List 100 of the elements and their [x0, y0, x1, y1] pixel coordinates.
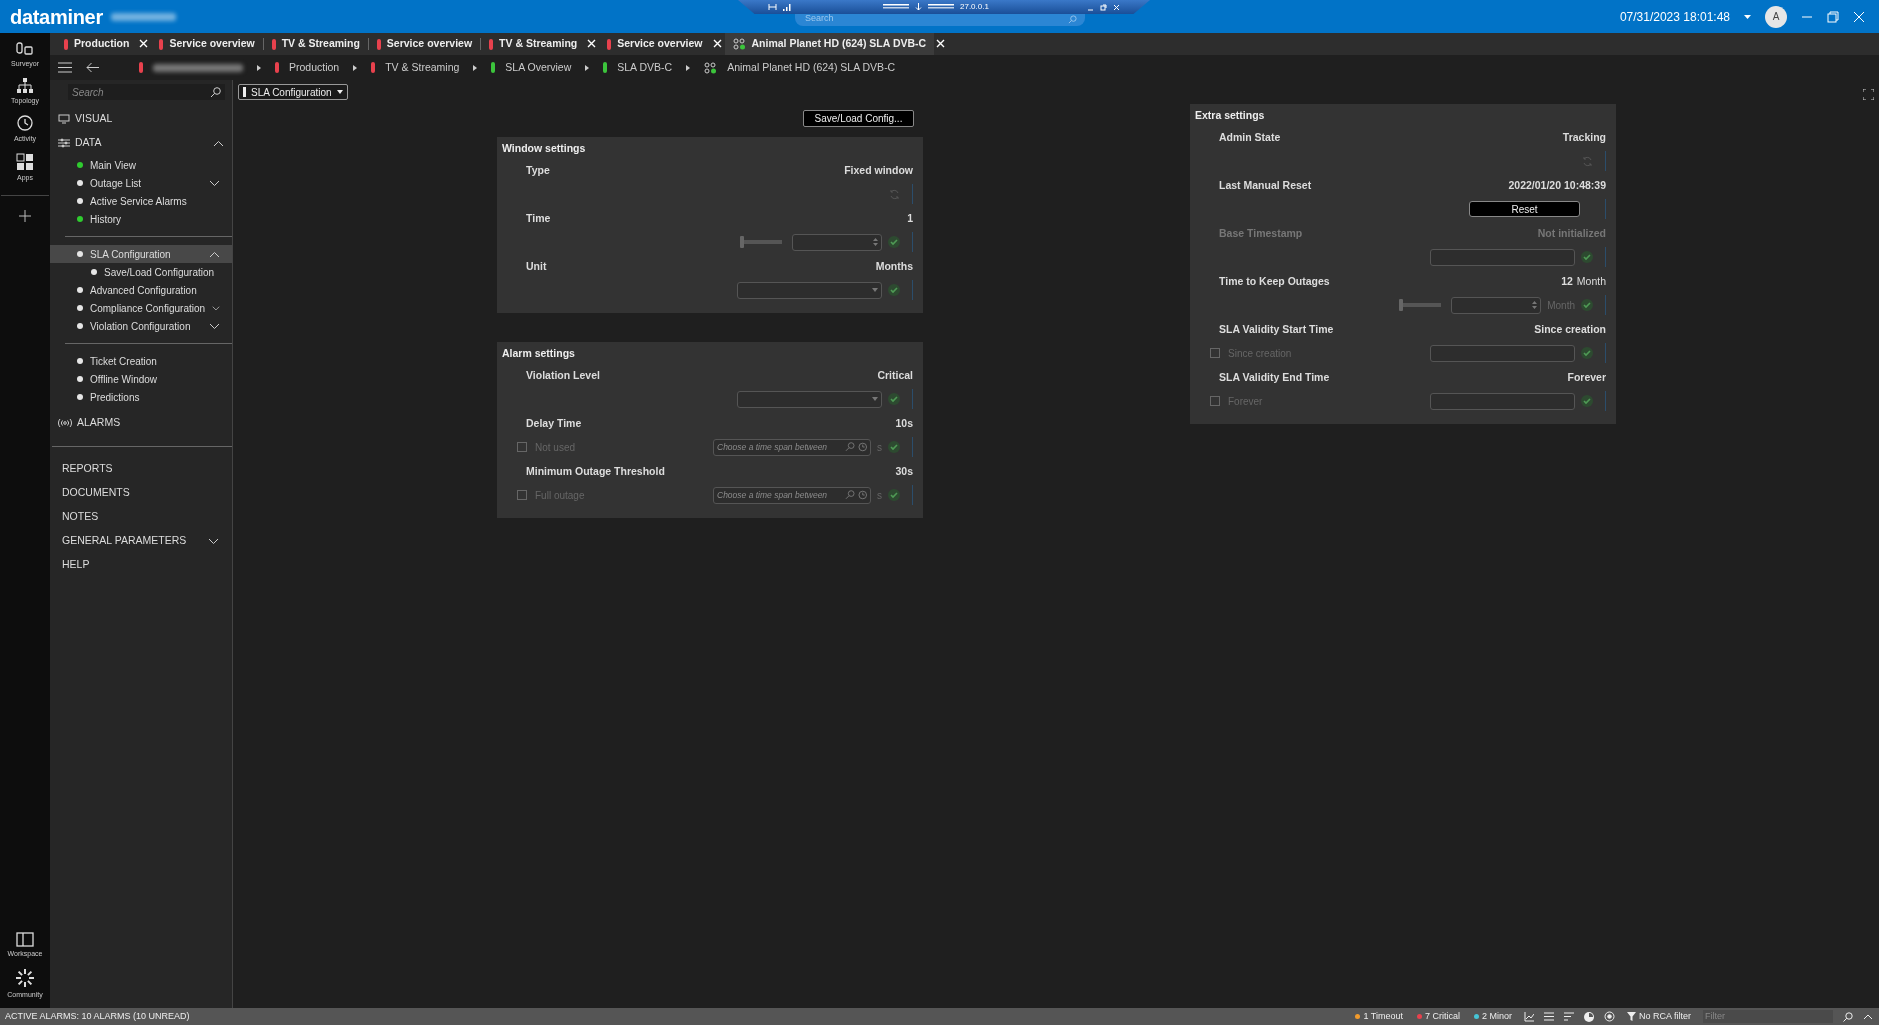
sidebar-link[interactable]: GENERAL PARAMETERS: [50, 529, 232, 553]
check-icon[interactable]: [1581, 299, 1593, 311]
alarm-counter[interactable]: 1 Timeout: [1353, 1009, 1405, 1024]
tab[interactable]: Production: [56, 33, 138, 55]
tab[interactable]: Service overview: [599, 33, 711, 55]
tab[interactable]: TV & Streaming: [481, 33, 586, 55]
breadcrumb-link[interactable]: TV & Streaming: [385, 59, 460, 76]
visual-icon: [58, 114, 70, 124]
setting-label: SLA Validity End Time: [1219, 370, 1330, 386]
check-icon[interactable]: [1581, 251, 1593, 263]
section-header[interactable]: ALARMS: [77, 415, 224, 431]
reset-button[interactable]: Reset: [1469, 201, 1580, 217]
search-input[interactable]: Search: [803, 11, 1003, 27]
caret-icon[interactable]: [1744, 13, 1751, 20]
check-icon[interactable]: [1581, 395, 1593, 407]
sidebar-item[interactable]: Violation Configuration: [50, 317, 232, 335]
collapse-icon[interactable]: [213, 139, 224, 147]
breadcrumb-link[interactable]: Production: [289, 59, 340, 76]
list-icon[interactable]: [1544, 1012, 1554, 1021]
clock-icon[interactable]: [857, 442, 867, 452]
check-icon[interactable]: [888, 441, 900, 453]
topology-icon: [16, 77, 34, 94]
save-load-button[interactable]: Save/Load Config...: [803, 110, 914, 127]
caret-icon: [585, 64, 590, 71]
service-icon: [704, 61, 718, 74]
input-field[interactable]: [792, 233, 882, 251]
target-icon[interactable]: [1604, 1011, 1615, 1022]
slider-thumb[interactable]: [740, 236, 744, 248]
clock-icon[interactable]: [857, 490, 867, 500]
breadcrumb-link[interactable]: Animal Planet HD (624) SLA DVB-C: [727, 59, 896, 76]
breadcrumb-link[interactable]: SLA Overview: [505, 59, 572, 76]
expand-icon[interactable]: [209, 179, 220, 187]
expand-icon[interactable]: [212, 304, 220, 312]
setting-value: 10s: [895, 416, 913, 432]
breadcrumb-link[interactable]: SLA DVB-C: [617, 59, 673, 76]
setting-label: Violation Level: [526, 368, 600, 384]
menu-icon[interactable]: [58, 62, 72, 73]
sort-icon[interactable]: [1564, 1012, 1574, 1021]
expand-icon[interactable]: [208, 537, 219, 545]
fullscreen-icon[interactable]: [1863, 89, 1874, 100]
sidebar-item[interactable]: Predictions: [50, 388, 232, 406]
alarm-counter[interactable]: 2 Minor: [1471, 1009, 1514, 1024]
sidebar-item[interactable]: Main View: [50, 156, 232, 174]
input-field[interactable]: Choose a time span between: [713, 438, 871, 456]
sidebar-link[interactable]: NOTES: [50, 505, 232, 529]
caret-icon: [353, 64, 358, 71]
chart-icon[interactable]: [1524, 1011, 1534, 1022]
filter-field[interactable]: Filter: [1703, 1010, 1833, 1023]
sidebar-link[interactable]: HELP: [50, 553, 232, 577]
input-field[interactable]: [1451, 296, 1542, 314]
slider-thumb[interactable]: [1399, 299, 1404, 311]
page-selector[interactable]: SLA Configuration: [238, 84, 348, 100]
check-icon[interactable]: [888, 393, 900, 405]
check-icon[interactable]: [888, 489, 900, 501]
expand-icon[interactable]: [209, 322, 220, 330]
input-field[interactable]: [1430, 392, 1575, 410]
alarm-counter[interactable]: 7 Critical: [1414, 1009, 1462, 1024]
sidebar-item[interactable]: Ticket Creation: [50, 352, 232, 370]
add-icon[interactable]: [19, 210, 31, 222]
user-avatar[interactable]: A: [1765, 5, 1787, 28]
tab[interactable]: TV & Streaming: [263, 33, 368, 55]
collapse-icon[interactable]: [209, 250, 220, 258]
search-icon[interactable]: [1843, 1011, 1853, 1022]
tab[interactable]: Animal Planet HD (624) SLA DVB-C: [724, 33, 935, 55]
close-icon[interactable]: [1113, 3, 1120, 11]
activity-icon: [16, 114, 34, 132]
back-arrow-icon[interactable]: [86, 62, 99, 73]
down-arrow-icon[interactable]: [915, 3, 922, 11]
checkbox[interactable]: [517, 490, 527, 500]
sidebar-link[interactable]: DOCUMENTS: [50, 481, 232, 505]
sidebar-item[interactable]: Offline Window: [50, 370, 232, 388]
section-header[interactable]: VISUAL: [75, 111, 224, 127]
spinner-icon[interactable]: [873, 237, 878, 247]
checkbox[interactable]: [1210, 396, 1220, 406]
section-header[interactable]: DATA: [75, 135, 208, 151]
checkbox[interactable]: [1210, 348, 1220, 358]
sidebar-item[interactable]: History: [50, 210, 232, 228]
pie-icon[interactable]: [1584, 1011, 1594, 1022]
tab[interactable]: Service overview: [368, 33, 481, 55]
sidebar-item[interactable]: Save/Load Configuration: [50, 263, 232, 281]
input-field[interactable]: [1430, 248, 1575, 266]
check-icon[interactable]: [1581, 347, 1593, 359]
sidebar-item[interactable]: Advanced Configuration: [50, 281, 232, 299]
service-icon: [732, 38, 746, 50]
check-icon[interactable]: [888, 284, 900, 296]
checkbox[interactable]: [517, 442, 527, 452]
input-field[interactable]: [1430, 344, 1575, 362]
search-icon[interactable]: [210, 86, 221, 98]
spinner-icon[interactable]: [1532, 300, 1538, 310]
rca-filter-button[interactable]: No RCA filter: [1625, 1009, 1693, 1024]
sidebar-item[interactable]: Outage List: [50, 174, 232, 192]
input-field[interactable]: Choose a time span between: [713, 486, 871, 504]
setting-label: SLA Validity Start Time: [1219, 322, 1334, 338]
sidebar-item[interactable]: Compliance Configuration: [50, 299, 232, 317]
setting-label: Time to Keep Outages: [1219, 274, 1330, 290]
sidebar-item[interactable]: SLA Configuration: [50, 245, 232, 263]
sidebar-link[interactable]: REPORTS: [50, 457, 232, 481]
sidebar-item[interactable]: Active Service Alarms: [50, 192, 232, 210]
check-icon[interactable]: [888, 236, 900, 248]
tab[interactable]: Service overview: [151, 33, 263, 55]
